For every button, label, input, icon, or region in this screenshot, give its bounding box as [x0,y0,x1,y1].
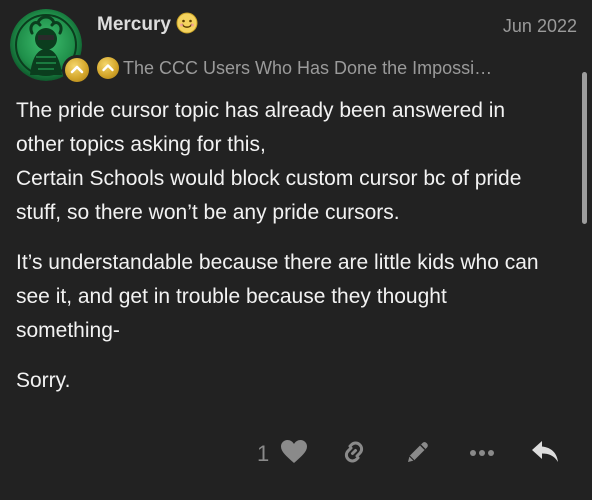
text-line: Sorry. [16,369,71,392]
flair-chevron-icon [65,58,89,82]
text-line: stuff, so there won’t be any pride curso… [16,201,400,224]
like-button[interactable] [279,439,309,469]
heart-icon [280,439,308,470]
flair-badge [62,55,92,85]
edit-button[interactable] [403,439,433,469]
text-line: see it, and get in trouble because they … [16,285,447,308]
text-line: It’s understandable because there are li… [16,251,539,274]
username[interactable]: Mercury [97,13,171,37]
paragraph-1: The pride cursor topic has already been … [16,94,576,230]
like-count[interactable]: 1 [257,439,269,469]
post-date[interactable]: Jun 2022 [503,14,577,38]
avatar-container[interactable] [10,9,92,85]
forum-post: Mercury Jun 2022 The CCC Users Who Has D… [0,0,592,500]
pencil-icon [404,438,432,471]
smiling-face-emoji-icon [176,12,198,34]
more-options-button[interactable] [467,439,497,469]
text-line: The pride cursor topic has already been … [16,99,506,122]
text-line: Certain Schools would block custom curso… [16,167,522,190]
chevron-up-badge-icon [97,57,119,79]
text-line: something- [16,319,120,342]
user-title-row: The CCC Users Who Has Done the Impossi… [97,55,492,81]
text-line: other topics asking for this, [16,133,266,156]
link-icon [340,438,368,471]
paragraph-3: Sorry. [16,364,576,398]
user-title: The CCC Users Who Has Done the Impossi… [123,58,493,78]
reply-arrow-icon [530,439,560,470]
reply-button[interactable] [530,439,560,469]
scrollbar-thumb[interactable] [582,72,587,224]
more-horizontal-icon [468,445,496,463]
post-body: The pride cursor topic has already been … [16,94,576,414]
copy-link-button[interactable] [339,439,369,469]
paragraph-2: It’s understandable because there are li… [16,246,576,348]
